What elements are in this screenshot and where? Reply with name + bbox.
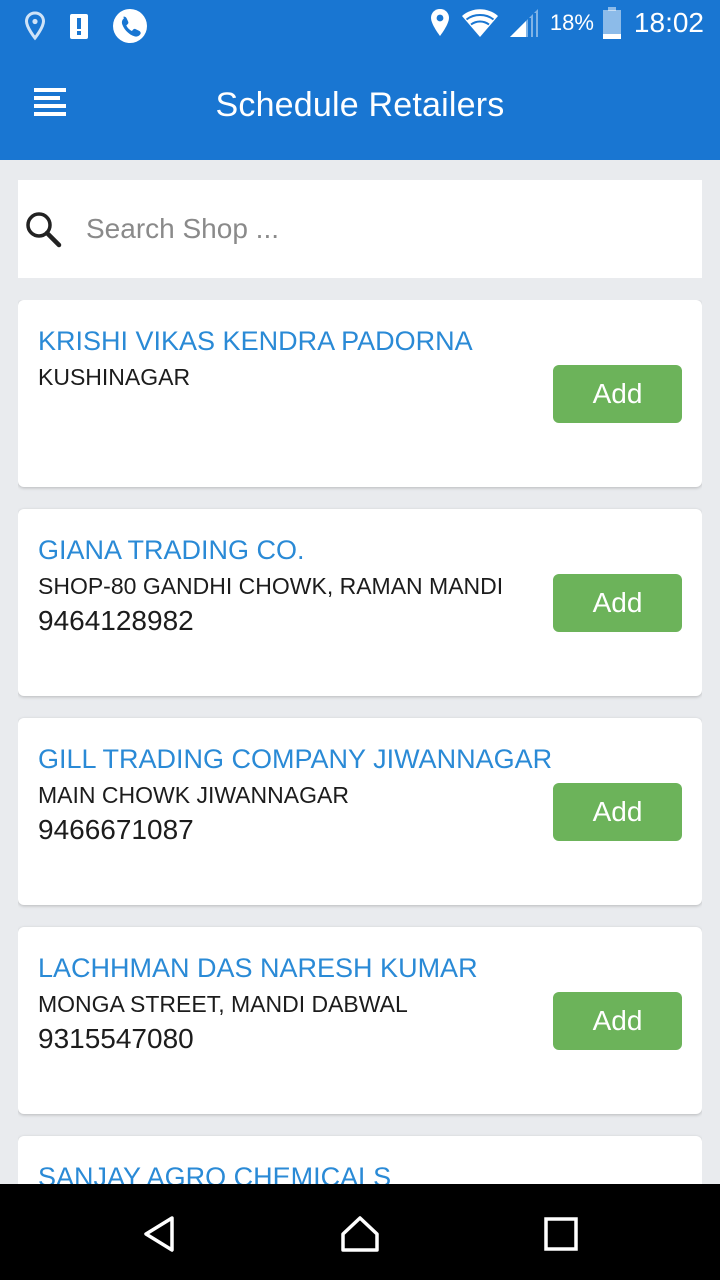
recents-icon[interactable] — [541, 1214, 581, 1254]
retailer-address: SHOP-80 GANDHI CHOWK, RAMAN MANDI — [38, 573, 504, 599]
retailer-phone: 9315547080 — [38, 1023, 194, 1054]
battery-percentage: 18% — [549, 10, 594, 35]
back-icon[interactable] — [140, 1214, 180, 1254]
home-icon[interactable] — [340, 1214, 380, 1254]
page-title: Schedule Retailers — [215, 86, 505, 124]
add-retailer-button[interactable]: Add — [553, 574, 682, 632]
search-icon[interactable] — [24, 210, 64, 250]
add-retailer-button[interactable]: Add — [553, 992, 682, 1050]
search-bar — [18, 180, 702, 278]
retailer-card[interactable]: SANJAY AGRO CHEMICALS — [18, 1136, 702, 1184]
retailer-name: SANJAY AGRO CHEMICALS — [38, 1162, 392, 1184]
status-bar-notifications — [24, 8, 148, 44]
status-bar: 18% 18:02 — [0, 0, 720, 52]
app-bar: Schedule Retailers — [0, 52, 720, 160]
retailer-phone: 9464128982 — [38, 605, 194, 636]
location-icon — [24, 11, 46, 41]
retailer-address: MONGA STREET, MANDI DABWAL — [38, 991, 408, 1017]
retailer-card: LACHHMAN DAS NARESH KUMAR MONGA STREET, … — [18, 927, 702, 1114]
clock: 18:02 — [633, 7, 704, 38]
phone-call-icon — [113, 9, 147, 43]
signal-icon — [509, 9, 538, 37]
battery-icon — [602, 7, 621, 39]
retailer-name: GILL TRADING COMPANY JIWANNAGAR — [38, 744, 553, 774]
retailer-name: GIANA TRADING CO. — [38, 535, 305, 565]
location-icon — [430, 9, 449, 36]
retailer-address: KUSHINAGAR — [38, 364, 191, 390]
status-bar-system: 18% 18:02 — [428, 6, 704, 40]
retailer-card: KRISHI VIKAS KENDRA PADORNA KUSHINAGAR A… — [18, 300, 702, 487]
retailer-name: LACHHMAN DAS NARESH KUMAR — [38, 953, 478, 983]
retailer-card: GIANA TRADING CO. SHOP-80 GANDHI CHOWK, … — [18, 509, 702, 696]
retailer-address: MAIN CHOWK JIWANNAGAR — [38, 782, 349, 808]
search-input[interactable] — [86, 206, 676, 252]
wifi-icon — [461, 9, 498, 37]
add-retailer-button[interactable]: Add — [553, 365, 682, 423]
add-retailer-button[interactable]: Add — [553, 783, 682, 841]
navigation-bar — [0, 1184, 720, 1280]
retailer-list: KRISHI VIKAS KENDRA PADORNA KUSHINAGAR A… — [18, 300, 702, 1184]
retailer-card: GILL TRADING COMPANY JIWANNAGAR MAIN CHO… — [18, 718, 702, 905]
retailer-phone: 9466671087 — [38, 814, 194, 845]
retailer-name: KRISHI VIKAS KENDRA PADORNA — [38, 326, 473, 356]
alert-icon — [70, 14, 88, 39]
